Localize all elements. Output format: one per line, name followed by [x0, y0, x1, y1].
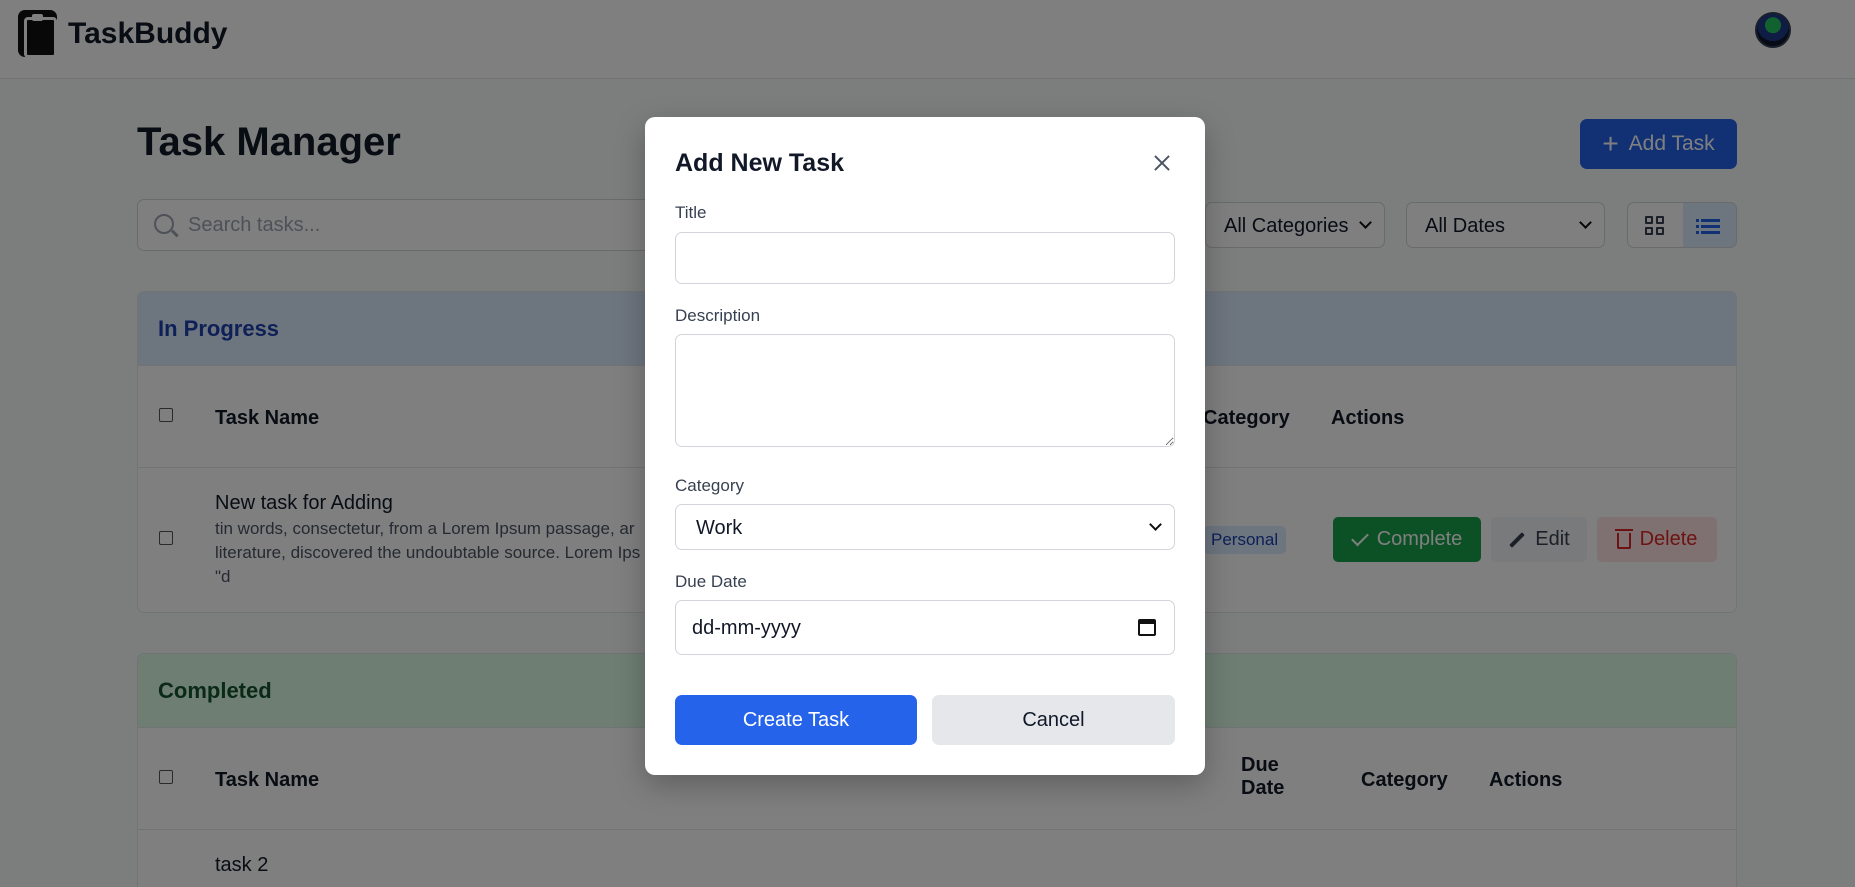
calendar-icon[interactable]	[1138, 619, 1156, 636]
description-label: Description	[675, 306, 761, 325]
modal-title: Add New Task	[675, 149, 845, 177]
cancel-button[interactable]: Cancel	[932, 695, 1175, 745]
description-textarea[interactable]	[675, 334, 1175, 447]
due-date-placeholder: dd-mm-yyyy	[692, 617, 801, 639]
category-select[interactable]: Work	[675, 504, 1175, 550]
due-date-input[interactable]: dd-mm-yyyy	[675, 600, 1175, 655]
due-date-label: Due Date	[675, 572, 747, 591]
add-task-modal: Add New Task Title Description Category …	[645, 117, 1205, 775]
create-task-button[interactable]: Create Task	[675, 695, 917, 745]
category-select-value: Work	[696, 517, 743, 539]
close-icon[interactable]	[1150, 151, 1174, 175]
category-label: Category	[675, 476, 744, 495]
chevron-down-icon	[1149, 518, 1162, 531]
title-input[interactable]	[675, 232, 1175, 284]
title-label: Title	[675, 203, 707, 222]
